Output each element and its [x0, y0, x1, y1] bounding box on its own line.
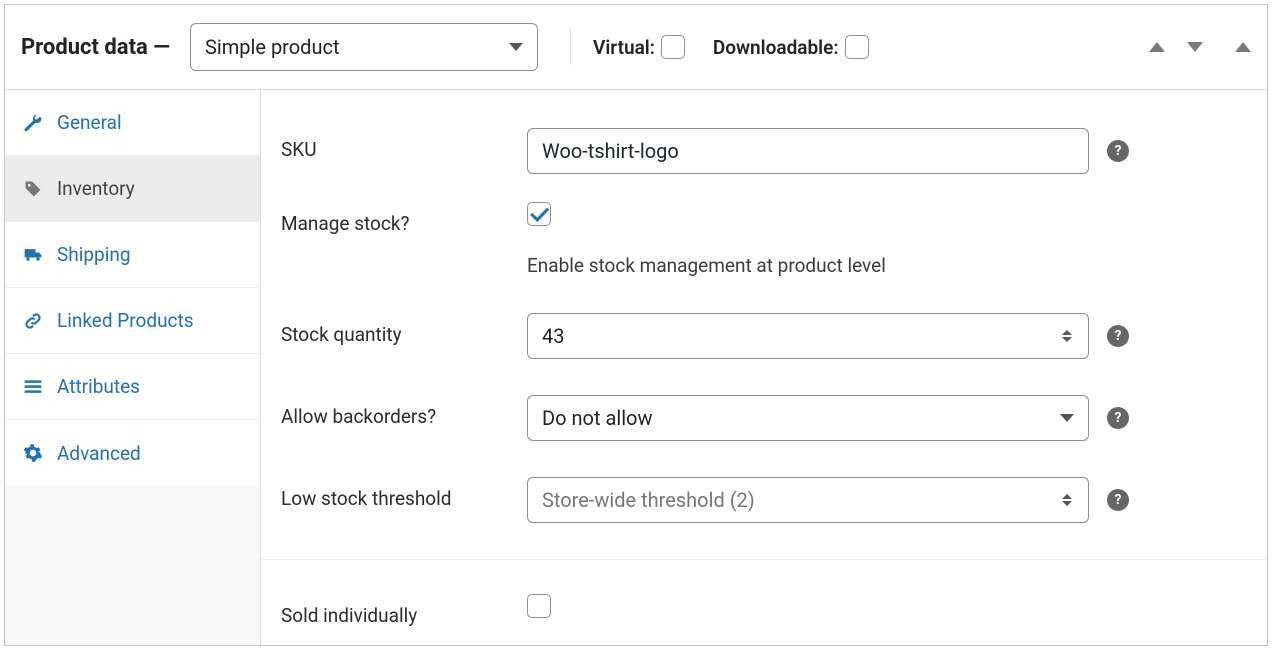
manage-stock-help: Enable stock management at product level — [527, 254, 886, 277]
help-icon[interactable]: ? — [1107, 325, 1129, 347]
tab-general[interactable]: General — [5, 90, 260, 156]
product-type-select[interactable]: Simple product — [190, 23, 538, 71]
panel-arrows — [1149, 42, 1251, 52]
inventory-panel: SKU Woo-tshirt-logo ? Manage stock? Enab… — [261, 90, 1267, 645]
product-type-value: Simple product — [205, 35, 339, 59]
manage-stock-checkbox[interactable] — [527, 202, 551, 226]
low-stock-row: Low stock threshold Store-wide threshold… — [261, 455, 1267, 537]
tab-attributes[interactable]: Attributes — [5, 354, 260, 420]
tab-shipping[interactable]: Shipping — [5, 222, 260, 288]
stock-qty-row: Stock quantity 43 ? — [261, 291, 1267, 373]
downloadable-label: Downloadable: — [713, 36, 839, 59]
tab-label: Inventory — [57, 177, 135, 200]
backorders-select[interactable]: Do not allow — [527, 395, 1089, 441]
help-icon[interactable]: ? — [1107, 489, 1129, 511]
sku-row: SKU Woo-tshirt-logo ? — [261, 114, 1267, 188]
list-icon — [23, 377, 43, 397]
sold-individually-label: Sold individually — [281, 594, 527, 627]
manage-stock-row: Manage stock? Enable stock management at… — [261, 188, 1267, 291]
tab-label: Advanced — [57, 442, 141, 465]
panel-title: Product data — — [21, 35, 170, 60]
product-data-panel: Product data — Simple product Virtual: D… — [4, 4, 1268, 646]
low-stock-placeholder: Store-wide threshold (2) — [542, 488, 755, 512]
tab-label: General — [57, 111, 122, 134]
tag-icon — [23, 179, 43, 199]
tab-advanced[interactable]: Advanced — [5, 420, 260, 486]
virtual-toggle[interactable]: Virtual: — [593, 35, 685, 59]
divider — [570, 29, 571, 65]
sku-input[interactable]: Woo-tshirt-logo — [527, 128, 1089, 174]
tab-inventory[interactable]: Inventory — [5, 156, 260, 222]
virtual-label: Virtual: — [593, 36, 655, 59]
tab-label: Linked Products — [57, 309, 194, 332]
stock-qty-label: Stock quantity — [281, 313, 527, 346]
backorders-row: Allow backorders? Do not allow ? — [261, 373, 1267, 455]
sku-input-value: Woo-tshirt-logo — [542, 139, 679, 163]
panel-header: Product data — Simple product Virtual: D… — [5, 5, 1267, 90]
chevron-down-icon — [1060, 414, 1074, 422]
chevron-down-icon — [509, 43, 523, 51]
move-down-icon[interactable] — [1187, 42, 1203, 52]
low-stock-label: Low stock threshold — [281, 477, 527, 510]
number-spinner-icon[interactable] — [1060, 494, 1074, 506]
move-up-icon[interactable] — [1149, 42, 1165, 52]
wrench-icon — [23, 113, 43, 133]
tab-label: Attributes — [57, 375, 140, 398]
sold-individually-checkbox[interactable] — [527, 594, 551, 618]
gear-icon — [23, 443, 43, 463]
sku-label: SKU — [281, 128, 527, 161]
product-flags: Virtual: Downloadable: — [593, 35, 868, 59]
link-icon — [23, 311, 43, 331]
help-icon[interactable]: ? — [1107, 140, 1129, 162]
backorders-label: Allow backorders? — [281, 395, 527, 428]
product-data-tabs: General Inventory Shipping Linked Produc… — [5, 90, 261, 645]
manage-stock-label: Manage stock? — [281, 202, 527, 235]
low-stock-input[interactable]: Store-wide threshold (2) — [527, 477, 1089, 523]
tab-label: Shipping — [57, 243, 131, 266]
number-spinner-icon[interactable] — [1060, 330, 1074, 342]
collapse-icon[interactable] — [1235, 42, 1251, 52]
truck-icon — [23, 245, 43, 265]
downloadable-toggle[interactable]: Downloadable: — [713, 35, 869, 59]
stock-qty-input[interactable]: 43 — [527, 313, 1089, 359]
sold-individually-row: Sold individually Enable this to only al… — [261, 559, 1267, 645]
stock-qty-value: 43 — [542, 324, 564, 348]
tab-linked-products[interactable]: Linked Products — [5, 288, 260, 354]
help-icon[interactable]: ? — [1107, 407, 1129, 429]
virtual-checkbox[interactable] — [661, 35, 685, 59]
downloadable-checkbox[interactable] — [845, 35, 869, 59]
backorders-value: Do not allow — [542, 406, 653, 430]
